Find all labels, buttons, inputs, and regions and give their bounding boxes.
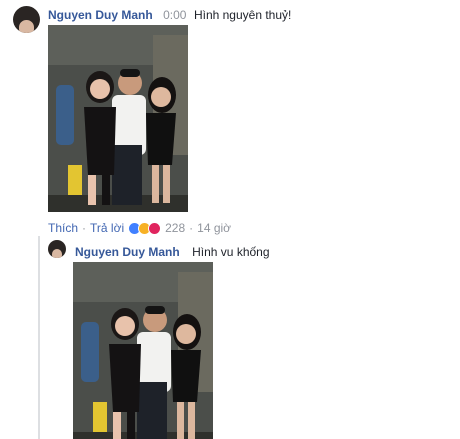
- comment-avatar[interactable]: [13, 6, 40, 33]
- comment-photo[interactable]: [48, 25, 188, 212]
- photo-image: [48, 25, 188, 212]
- comment-text: Hình nguyên thuỷ!: [193, 8, 292, 22]
- reply-text: Hình vu khống: [192, 245, 270, 259]
- reply-avatar[interactable]: [48, 240, 66, 258]
- reply-link[interactable]: Trả lời: [90, 221, 124, 235]
- reaction-summary[interactable]: [128, 221, 162, 235]
- reply-thread-line: [38, 236, 40, 439]
- separator-dot: ·: [189, 221, 194, 235]
- love-reaction-icon: [148, 221, 162, 235]
- comment-header: Nguyen Duy Manh 0:00 Hình nguyên thuỷ!: [48, 6, 291, 24]
- reply-author-name[interactable]: Nguyen Duy Manh: [75, 245, 180, 259]
- separator-dot: ·: [82, 221, 87, 235]
- reply-header: Nguyen Duy Manh Hình vu khống: [75, 243, 270, 261]
- comment-timestamp: 0:00: [163, 8, 187, 22]
- reply-photo-image: [73, 262, 213, 439]
- comment-age[interactable]: 14 giờ: [197, 221, 231, 235]
- like-link[interactable]: Thích: [48, 221, 78, 235]
- comment-author-name[interactable]: Nguyen Duy Manh: [48, 8, 153, 22]
- reaction-count[interactable]: 228: [165, 221, 185, 235]
- reply-photo[interactable]: [73, 262, 213, 439]
- comment-actions: Thích · Trả lời 228 · 14 giờ: [48, 221, 231, 235]
